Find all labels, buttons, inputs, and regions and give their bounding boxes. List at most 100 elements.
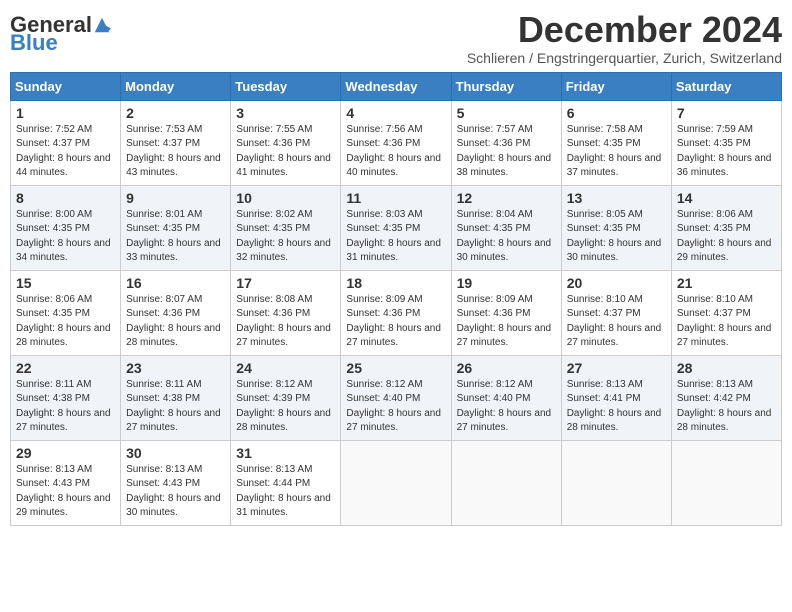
- day-info: Sunrise: 7:55 AMSunset: 4:36 PMDaylight:…: [236, 123, 335, 181]
- day-number: 28: [677, 360, 776, 376]
- day-number: 2: [126, 105, 225, 121]
- day-info: Sunrise: 8:13 AMSunset: 4:44 PMDaylight:…: [236, 463, 335, 521]
- day-number: 17: [236, 275, 335, 291]
- day-number: 11: [346, 190, 445, 206]
- day-info: Sunrise: 8:13 AMSunset: 4:43 PMDaylight:…: [16, 463, 115, 521]
- calendar-table: SundayMondayTuesdayWednesdayThursdayFrid…: [10, 72, 782, 526]
- day-cell: [671, 440, 781, 525]
- day-cell: [561, 440, 671, 525]
- weekday-header-thursday: Thursday: [451, 72, 561, 100]
- day-info: Sunrise: 8:08 AMSunset: 4:36 PMDaylight:…: [236, 293, 335, 351]
- day-info: Sunrise: 8:06 AMSunset: 4:35 PMDaylight:…: [16, 293, 115, 351]
- day-number: 10: [236, 190, 335, 206]
- day-cell: 26Sunrise: 8:12 AMSunset: 4:40 PMDayligh…: [451, 355, 561, 440]
- logo-icon: [93, 16, 111, 34]
- weekday-header-sunday: Sunday: [11, 72, 121, 100]
- day-number: 24: [236, 360, 335, 376]
- day-info: Sunrise: 8:10 AMSunset: 4:37 PMDaylight:…: [567, 293, 666, 351]
- day-info: Sunrise: 8:01 AMSunset: 4:35 PMDaylight:…: [126, 208, 225, 266]
- day-number: 6: [567, 105, 666, 121]
- day-info: Sunrise: 8:02 AMSunset: 4:35 PMDaylight:…: [236, 208, 335, 266]
- day-info: Sunrise: 8:10 AMSunset: 4:37 PMDaylight:…: [677, 293, 776, 351]
- day-cell: 24 Sunrise: 8:12 AMSunset: 4:39 PMDayligh…: [231, 355, 341, 440]
- day-number: 19: [457, 275, 556, 291]
- week-row-4: 22 Sunrise: 8:11 AMSunset: 4:38 PMDayligh…: [11, 355, 782, 440]
- day-info: Sunrise: 8:13 AMSunset: 4:42 PMDaylight:…: [677, 378, 776, 436]
- day-cell: 12Sunrise: 8:04 AMSunset: 4:35 PMDayligh…: [451, 185, 561, 270]
- day-cell: 21 Sunrise: 8:10 AMSunset: 4:37 PMDayligh…: [671, 270, 781, 355]
- day-number: 20: [567, 275, 666, 291]
- day-info: Sunrise: 8:04 AMSunset: 4:35 PMDaylight:…: [457, 208, 556, 266]
- page-header: General Blue December 2024 Schlieren / E…: [10, 10, 782, 66]
- day-number: 13: [567, 190, 666, 206]
- day-cell: 15 Sunrise: 8:06 AMSunset: 4:35 PMDayligh…: [11, 270, 121, 355]
- day-cell: 31 Sunrise: 8:13 AMSunset: 4:44 PMDayligh…: [231, 440, 341, 525]
- day-cell: 11 Sunrise: 8:03 AMSunset: 4:35 PMDayligh…: [341, 185, 451, 270]
- day-number: 31: [236, 445, 335, 461]
- day-cell: 1 Sunrise: 7:52 AMSunset: 4:37 PMDaylight…: [11, 100, 121, 185]
- day-info: Sunrise: 8:13 AMSunset: 4:43 PMDaylight:…: [126, 463, 225, 521]
- day-number: 3: [236, 105, 335, 121]
- day-cell: 23 Sunrise: 8:11 AMSunset: 4:38 PMDayligh…: [121, 355, 231, 440]
- day-number: 26: [457, 360, 556, 376]
- day-number: 7: [677, 105, 776, 121]
- day-info: Sunrise: 7:52 AMSunset: 4:37 PMDaylight:…: [16, 123, 115, 181]
- day-cell: 29 Sunrise: 8:13 AMSunset: 4:43 PMDayligh…: [11, 440, 121, 525]
- logo-blue: Blue: [10, 32, 58, 54]
- day-number: 21: [677, 275, 776, 291]
- day-info: Sunrise: 7:56 AMSunset: 4:36 PMDaylight:…: [346, 123, 445, 181]
- day-number: 1: [16, 105, 115, 121]
- day-info: Sunrise: 8:13 AMSunset: 4:41 PMDaylight:…: [567, 378, 666, 436]
- day-info: Sunrise: 8:11 AMSunset: 4:38 PMDaylight:…: [126, 378, 225, 436]
- logo: General Blue: [10, 14, 111, 54]
- day-info: Sunrise: 8:07 AMSunset: 4:36 PMDaylight:…: [126, 293, 225, 351]
- day-number: 23: [126, 360, 225, 376]
- week-row-3: 15 Sunrise: 8:06 AMSunset: 4:35 PMDayligh…: [11, 270, 782, 355]
- day-number: 8: [16, 190, 115, 206]
- day-info: Sunrise: 8:00 AMSunset: 4:35 PMDaylight:…: [16, 208, 115, 266]
- day-cell: 3 Sunrise: 7:55 AMSunset: 4:36 PMDaylight…: [231, 100, 341, 185]
- day-info: Sunrise: 7:57 AMSunset: 4:36 PMDaylight:…: [457, 123, 556, 181]
- weekday-header-row: SundayMondayTuesdayWednesdayThursdayFrid…: [11, 72, 782, 100]
- day-cell: 20 Sunrise: 8:10 AMSunset: 4:37 PMDayligh…: [561, 270, 671, 355]
- day-number: 27: [567, 360, 666, 376]
- week-row-5: 29 Sunrise: 8:13 AMSunset: 4:43 PMDayligh…: [11, 440, 782, 525]
- day-cell: 6 Sunrise: 7:58 AMSunset: 4:35 PMDaylight…: [561, 100, 671, 185]
- day-info: Sunrise: 8:12 AMSunset: 4:40 PMDaylight:…: [346, 378, 445, 436]
- day-cell: [341, 440, 451, 525]
- day-number: 4: [346, 105, 445, 121]
- title-block: December 2024 Schlieren / Engstringerqua…: [467, 10, 782, 66]
- day-cell: 27 Sunrise: 8:13 AMSunset: 4:41 PMDayligh…: [561, 355, 671, 440]
- day-number: 30: [126, 445, 225, 461]
- day-info: Sunrise: 7:58 AMSunset: 4:35 PMDaylight:…: [567, 123, 666, 181]
- day-info: Sunrise: 7:59 AMSunset: 4:35 PMDaylight:…: [677, 123, 776, 181]
- day-number: 18: [346, 275, 445, 291]
- day-info: Sunrise: 8:09 AMSunset: 4:36 PMDaylight:…: [457, 293, 556, 351]
- day-cell: 18Sunrise: 8:09 AMSunset: 4:36 PMDayligh…: [341, 270, 451, 355]
- day-info: Sunrise: 8:06 AMSunset: 4:35 PMDaylight:…: [677, 208, 776, 266]
- day-info: Sunrise: 7:53 AMSunset: 4:37 PMDaylight:…: [126, 123, 225, 181]
- day-cell: 8 Sunrise: 8:00 AMSunset: 4:35 PMDaylight…: [11, 185, 121, 270]
- day-info: Sunrise: 8:05 AMSunset: 4:35 PMDaylight:…: [567, 208, 666, 266]
- day-cell: 9 Sunrise: 8:01 AMSunset: 4:35 PMDaylight…: [121, 185, 231, 270]
- day-cell: 28 Sunrise: 8:13 AMSunset: 4:42 PMDayligh…: [671, 355, 781, 440]
- day-number: 29: [16, 445, 115, 461]
- day-cell: 22 Sunrise: 8:11 AMSunset: 4:38 PMDayligh…: [11, 355, 121, 440]
- day-number: 22: [16, 360, 115, 376]
- day-cell: 25Sunrise: 8:12 AMSunset: 4:40 PMDayligh…: [341, 355, 451, 440]
- weekday-header-wednesday: Wednesday: [341, 72, 451, 100]
- weekday-header-monday: Monday: [121, 72, 231, 100]
- day-info: Sunrise: 8:12 AMSunset: 4:39 PMDaylight:…: [236, 378, 335, 436]
- day-info: Sunrise: 8:11 AMSunset: 4:38 PMDaylight:…: [16, 378, 115, 436]
- day-number: 9: [126, 190, 225, 206]
- day-number: 14: [677, 190, 776, 206]
- day-number: 15: [16, 275, 115, 291]
- weekday-header-tuesday: Tuesday: [231, 72, 341, 100]
- day-cell: 4 Sunrise: 7:56 AMSunset: 4:36 PMDaylight…: [341, 100, 451, 185]
- day-cell: 30 Sunrise: 8:13 AMSunset: 4:43 PMDayligh…: [121, 440, 231, 525]
- day-number: 5: [457, 105, 556, 121]
- day-cell: 19 Sunrise: 8:09 AMSunset: 4:36 PMDayligh…: [451, 270, 561, 355]
- weekday-header-saturday: Saturday: [671, 72, 781, 100]
- day-cell: [451, 440, 561, 525]
- day-info: Sunrise: 8:03 AMSunset: 4:35 PMDaylight:…: [346, 208, 445, 266]
